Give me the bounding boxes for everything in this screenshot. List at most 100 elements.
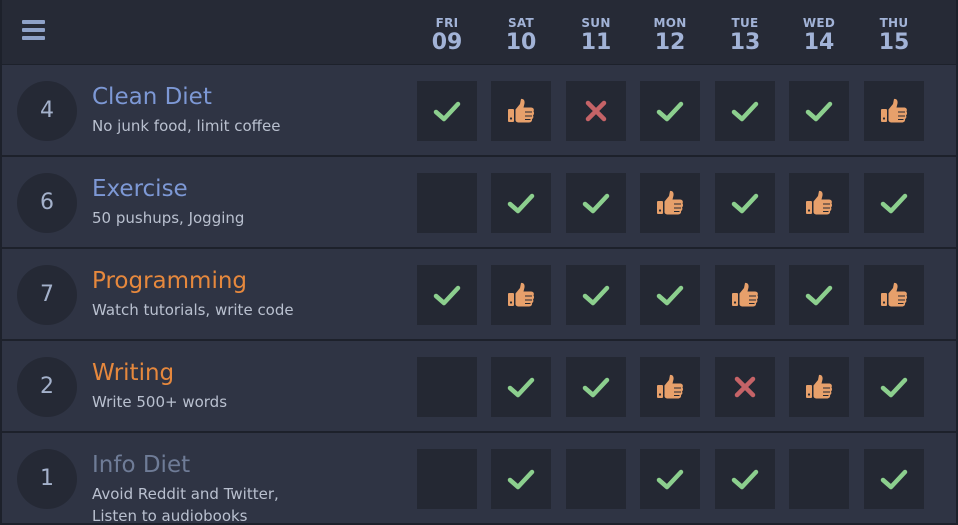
- thumbs-up-icon: [881, 98, 908, 123]
- habit-name[interactable]: Exercise: [92, 175, 188, 203]
- habit-row: 1 Info Diet Avoid Reddit and Twitter, Liste…: [2, 433, 956, 525]
- day-header-tue: TUE 13: [715, 16, 775, 56]
- check-icon: [805, 101, 833, 122]
- day-number: 14: [803, 30, 835, 55]
- thumbs-up-icon: [732, 282, 759, 307]
- check-icon: [582, 377, 610, 398]
- habit-streak-count: 4: [17, 81, 77, 141]
- habit-streak-count: 6: [17, 173, 77, 233]
- day-header-fri: FRI 09: [417, 16, 477, 56]
- day-name: TUE: [731, 16, 759, 30]
- day-name: WED: [802, 16, 836, 30]
- hamburger-menu-icon[interactable]: [22, 20, 45, 41]
- cross-icon: [585, 100, 607, 122]
- check-icon: [507, 193, 535, 214]
- day-number: 10: [505, 30, 537, 55]
- check-icon: [433, 101, 461, 122]
- day-cell-sun-check[interactable]: [566, 357, 626, 417]
- habit-description: 50 pushups, Jogging: [92, 207, 244, 229]
- habit-description-line: Write 500+ words: [92, 393, 228, 411]
- check-icon: [507, 377, 535, 398]
- habit-row: 4 Clean Diet No junk food, limit coffee: [2, 65, 956, 155]
- day-cell-sat-check[interactable]: [491, 357, 551, 417]
- day-name: SAT: [507, 16, 535, 30]
- day-header-sun: SUN 11: [566, 16, 626, 56]
- day-cell-thu-thumb[interactable]: [864, 265, 924, 325]
- day-cell-sat-thumb[interactable]: [491, 81, 551, 141]
- habit-row: 7 Programming Watch tutorials, write code: [2, 249, 956, 339]
- day-cell-thu-check[interactable]: [864, 357, 924, 417]
- day-header-sat: SAT 10: [491, 16, 551, 56]
- day-cell-thu-thumb[interactable]: [864, 81, 924, 141]
- check-icon: [656, 469, 684, 490]
- check-icon: [731, 469, 759, 490]
- day-cell-thu-check[interactable]: [864, 173, 924, 233]
- day-cell-tue-check[interactable]: [715, 81, 775, 141]
- day-cell-fri-empty[interactable]: [417, 173, 477, 233]
- check-icon: [731, 193, 759, 214]
- day-name: THU: [879, 16, 909, 30]
- day-cell-sat-check[interactable]: [491, 173, 551, 233]
- day-cell-wed-thumb[interactable]: [789, 357, 849, 417]
- habit-tracker-app: FRI 09 SAT 10 SUN 11 MON 12 TUE 13 WED 14 THU 15 4 Cle…: [0, 0, 958, 525]
- day-header-wed: WED 14: [789, 16, 849, 56]
- day-name: MON: [653, 16, 687, 30]
- day-cell-sun-check[interactable]: [566, 265, 626, 325]
- day-cell-fri-empty[interactable]: [417, 357, 477, 417]
- day-cell-tue-thumb[interactable]: [715, 265, 775, 325]
- thumbs-up-icon: [508, 98, 535, 123]
- day-cell-fri-empty[interactable]: [417, 449, 477, 509]
- habit-name[interactable]: Writing: [92, 359, 174, 387]
- day-cell-wed-thumb[interactable]: [789, 173, 849, 233]
- check-icon: [731, 101, 759, 122]
- check-icon: [433, 285, 461, 306]
- day-cell-wed-check[interactable]: [789, 265, 849, 325]
- check-icon: [805, 285, 833, 306]
- day-cell-thu-check[interactable]: [864, 449, 924, 509]
- day-cell-mon-check[interactable]: [640, 449, 700, 509]
- check-icon: [880, 193, 908, 214]
- day-cell-mon-check[interactable]: [640, 81, 700, 141]
- day-cell-sat-thumb[interactable]: [491, 265, 551, 325]
- thumbs-up-icon: [508, 282, 535, 307]
- day-cell-fri-check[interactable]: [417, 81, 477, 141]
- thumbs-up-icon: [806, 374, 833, 399]
- day-cell-tue-cross[interactable]: [715, 357, 775, 417]
- thumbs-up-icon: [657, 190, 684, 215]
- check-icon: [582, 193, 610, 214]
- header-bar: FRI 09 SAT 10 SUN 11 MON 12 TUE 13 WED 14 THU 15: [2, 0, 956, 64]
- habit-streak-count: 7: [17, 265, 77, 325]
- habit-description-line: No junk food, limit coffee: [92, 117, 281, 135]
- thumbs-up-icon: [881, 282, 908, 307]
- thumbs-up-icon: [657, 374, 684, 399]
- day-cell-tue-check[interactable]: [715, 173, 775, 233]
- habit-name[interactable]: Clean Diet: [92, 83, 212, 111]
- cross-icon: [734, 376, 756, 398]
- habit-name[interactable]: Info Diet: [92, 451, 190, 479]
- day-cell-mon-thumb[interactable]: [640, 173, 700, 233]
- check-icon: [880, 469, 908, 490]
- habit-name[interactable]: Programming: [92, 267, 247, 295]
- habit-description-line: 50 pushups, Jogging: [92, 209, 245, 227]
- habit-description: Write 500+ words: [92, 391, 227, 413]
- day-cell-sun-empty[interactable]: [566, 449, 626, 509]
- habit-description-line: Avoid Reddit and Twitter,: [92, 485, 279, 503]
- day-cell-mon-check[interactable]: [640, 265, 700, 325]
- habit-description: No junk food, limit coffee: [92, 115, 280, 137]
- thumbs-up-icon: [806, 190, 833, 215]
- day-cell-mon-thumb[interactable]: [640, 357, 700, 417]
- day-cell-fri-check[interactable]: [417, 265, 477, 325]
- day-cell-wed-check[interactable]: [789, 81, 849, 141]
- day-cell-tue-check[interactable]: [715, 449, 775, 509]
- habit-description-line: Watch tutorials, write code: [92, 301, 294, 319]
- day-number: 13: [729, 30, 761, 55]
- day-cell-sat-check[interactable]: [491, 449, 551, 509]
- day-cell-sun-check[interactable]: [566, 173, 626, 233]
- day-number: 12: [654, 30, 686, 55]
- day-cell-wed-empty[interactable]: [789, 449, 849, 509]
- habit-description: Watch tutorials, write code: [92, 299, 294, 321]
- habit-row: 2 Writing Write 500+ words: [2, 341, 956, 431]
- day-cell-sun-cross[interactable]: [566, 81, 626, 141]
- day-number: 15: [878, 30, 910, 55]
- day-number: 11: [580, 30, 612, 55]
